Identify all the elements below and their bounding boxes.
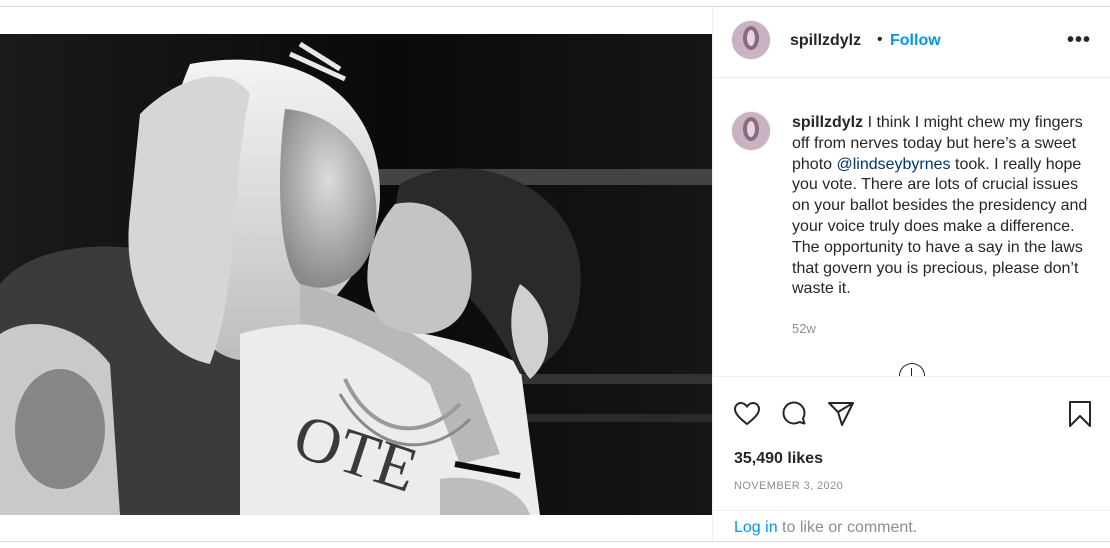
login-link[interactable]: Log in bbox=[734, 519, 778, 536]
plus-circle-icon[interactable] bbox=[899, 363, 925, 376]
separator-dot: • bbox=[877, 31, 883, 48]
post-header: spillzdylz • Follow ••• bbox=[713, 7, 1110, 78]
ellipsis-icon[interactable]: ••• bbox=[1067, 30, 1091, 50]
action-bar: 35,490 likes NOVEMBER 3, 2020 Log in to … bbox=[713, 376, 1110, 536]
paper-plane-icon[interactable] bbox=[826, 399, 856, 429]
comments-section: spillzdylz I think I might chew my finge… bbox=[713, 78, 1110, 376]
post-timestamp[interactable]: 52w bbox=[792, 321, 816, 336]
follow-button[interactable]: Follow bbox=[890, 32, 941, 50]
post-sidebar: spillzdylz • Follow ••• spillzdylz I thi… bbox=[712, 7, 1110, 541]
comment-bubble-icon[interactable] bbox=[779, 399, 809, 429]
mention-link[interactable]: @lindseybyrnes bbox=[836, 156, 950, 173]
photo-image: OTE bbox=[0, 34, 712, 515]
login-prompt: Log in to like or comment. bbox=[713, 510, 1110, 540]
avatar[interactable] bbox=[732, 21, 770, 59]
likes-count[interactable]: 35,490 likes bbox=[734, 450, 823, 468]
caption-text: spillzdylz I think I might chew my finge… bbox=[792, 113, 1098, 300]
username-link[interactable]: spillzdylz bbox=[790, 32, 861, 50]
bookmark-icon[interactable] bbox=[1065, 399, 1095, 429]
caption-avatar[interactable] bbox=[732, 112, 770, 150]
heart-icon[interactable] bbox=[732, 399, 762, 429]
caption-username[interactable]: spillzdylz bbox=[792, 114, 863, 131]
avatar-image bbox=[732, 21, 770, 59]
post-date: NOVEMBER 3, 2020 bbox=[734, 480, 844, 492]
post-photo[interactable]: OTE bbox=[0, 34, 712, 515]
login-suffix: to like or comment. bbox=[777, 519, 918, 536]
avatar-image bbox=[732, 112, 770, 150]
instagram-post: OTE spillzdylz • Follow ••• spillzdylz I… bbox=[0, 6, 1110, 542]
caption-text-after: took. I really hope you vote. There are … bbox=[792, 155, 1088, 298]
